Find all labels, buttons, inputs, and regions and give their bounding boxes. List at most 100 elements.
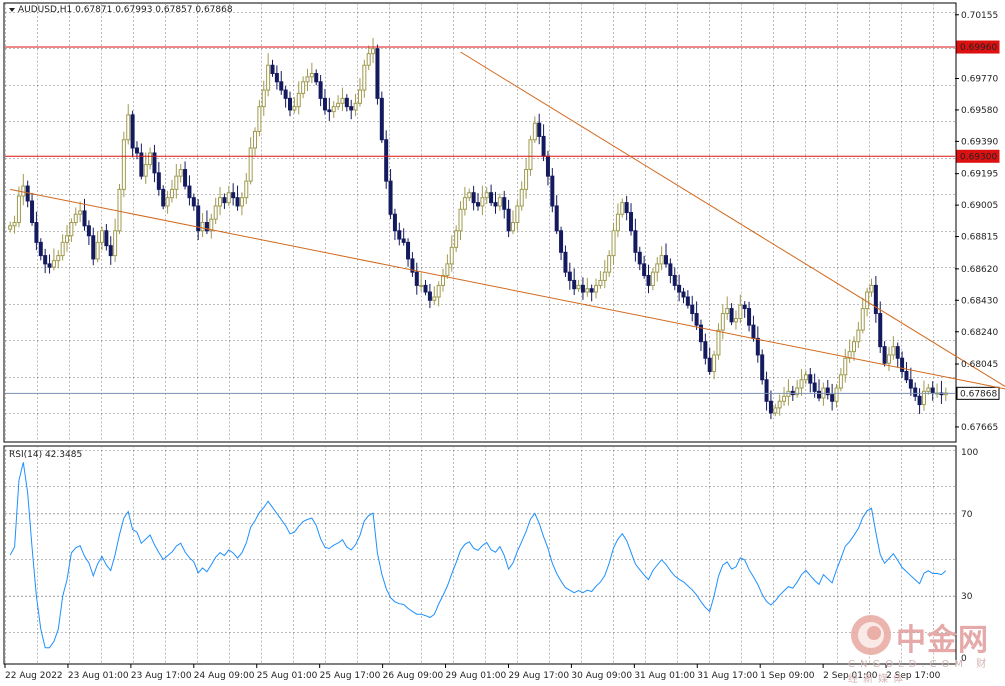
candle-body [900, 357, 905, 372]
time-tick-label: 31 Aug 17:00 [697, 671, 758, 681]
level-price-label: 0.69300 [960, 152, 997, 162]
candle-body [585, 288, 590, 293]
candle-body [156, 172, 161, 190]
candle-body [720, 313, 725, 331]
candle-body [712, 354, 717, 372]
rsi-panel-grid [5, 447, 955, 663]
candle-body [677, 284, 682, 293]
candle-body [576, 284, 581, 290]
rsi-tick-label: 30 [961, 592, 973, 602]
candle-body [532, 122, 537, 141]
candle-body [183, 169, 188, 187]
candle-body [353, 102, 358, 111]
candle-body [729, 308, 734, 323]
price-tick-label: 0.69390 [961, 137, 998, 147]
candle-body [668, 263, 673, 276]
candle-body [572, 279, 577, 290]
candle-body [869, 284, 874, 293]
candle-body [379, 97, 384, 141]
candle-body [34, 222, 39, 243]
candle-body [664, 255, 668, 265]
candle-body [288, 97, 292, 111]
candle-body [349, 106, 354, 111]
candle-body [213, 205, 218, 220]
candle-body [222, 197, 227, 204]
candle-body [812, 382, 817, 392]
candle-body [764, 379, 769, 402]
candle-body [187, 185, 192, 199]
candle-body [366, 53, 371, 66]
candle-body [642, 263, 647, 276]
candle-body [226, 192, 231, 204]
candle-body [620, 202, 625, 215]
candle-body [589, 288, 594, 293]
rsi-tick-label: 100 [961, 448, 978, 458]
candle-body [86, 225, 91, 237]
candle-body [830, 394, 835, 402]
candle-body [484, 192, 489, 199]
candle-body [659, 255, 664, 265]
price-tick-label: 0.68620 [961, 265, 998, 275]
candle-body [165, 197, 170, 207]
candle-body [524, 169, 529, 190]
candle-body [445, 263, 450, 276]
candle-body [375, 48, 380, 99]
candle-body [672, 274, 677, 286]
candle-body [16, 195, 21, 223]
candle-body [51, 260, 56, 268]
candle-body [134, 147, 139, 154]
candle-body [489, 192, 494, 204]
watermark-tagline: CNGOLD.COM 财经新媒体 [848, 655, 1005, 685]
candle-body [449, 246, 454, 265]
candle-body [467, 192, 472, 199]
candle-body [8, 225, 13, 230]
candle-body [357, 89, 362, 104]
symbol-header: AUDUSD,H1 0.67871 0.67993 0.67857 0.6786… [18, 5, 233, 15]
candle-body [545, 155, 550, 177]
candle-body [655, 263, 660, 273]
candle-body [506, 208, 511, 232]
candle-body [56, 255, 61, 262]
candle-body [755, 337, 760, 356]
candle-body [82, 210, 87, 227]
candle-body [856, 329, 861, 343]
candle-body [43, 255, 48, 265]
candle-body [148, 152, 153, 166]
candle-body [327, 109, 332, 113]
candle-body [515, 205, 520, 224]
candle-body [314, 73, 319, 83]
candle-body [200, 222, 205, 232]
candle-body [580, 284, 585, 293]
price-axis: 0.70155 0.69770 0.69580 0.69390 0.69195 0.690… [955, 11, 998, 433]
time-tick-label: 25 Aug 01:00 [257, 671, 318, 681]
price-tick-label: 0.68240 [961, 328, 998, 338]
candle-body [747, 308, 752, 326]
candle-body [476, 202, 480, 207]
candle-body [773, 407, 778, 414]
candle-body [91, 235, 96, 260]
candle-body [12, 222, 17, 227]
candle-body [541, 135, 546, 157]
price-tick-label: 0.68045 [961, 360, 998, 370]
candle-body [873, 284, 878, 315]
time-tick-label: 29 Aug 17:00 [508, 671, 569, 681]
candle-body [843, 357, 848, 376]
candle-body [554, 205, 559, 232]
candle-body [834, 387, 839, 402]
candle-body [768, 400, 773, 414]
candle-body [47, 263, 52, 268]
candle-body [886, 354, 891, 364]
candle-body [458, 208, 463, 232]
candle-body [218, 197, 223, 207]
candle-body [803, 374, 808, 381]
candle-body [694, 313, 699, 326]
candle-body [760, 354, 765, 381]
candle-body [73, 213, 78, 223]
candle-body [414, 271, 419, 286]
candle-body [344, 97, 349, 108]
price-tick-label: 0.69005 [961, 201, 998, 211]
candle-body [178, 169, 183, 177]
current-price-label: 0.67868 [960, 389, 997, 399]
candle-body [454, 230, 459, 248]
candle-body [270, 64, 275, 75]
